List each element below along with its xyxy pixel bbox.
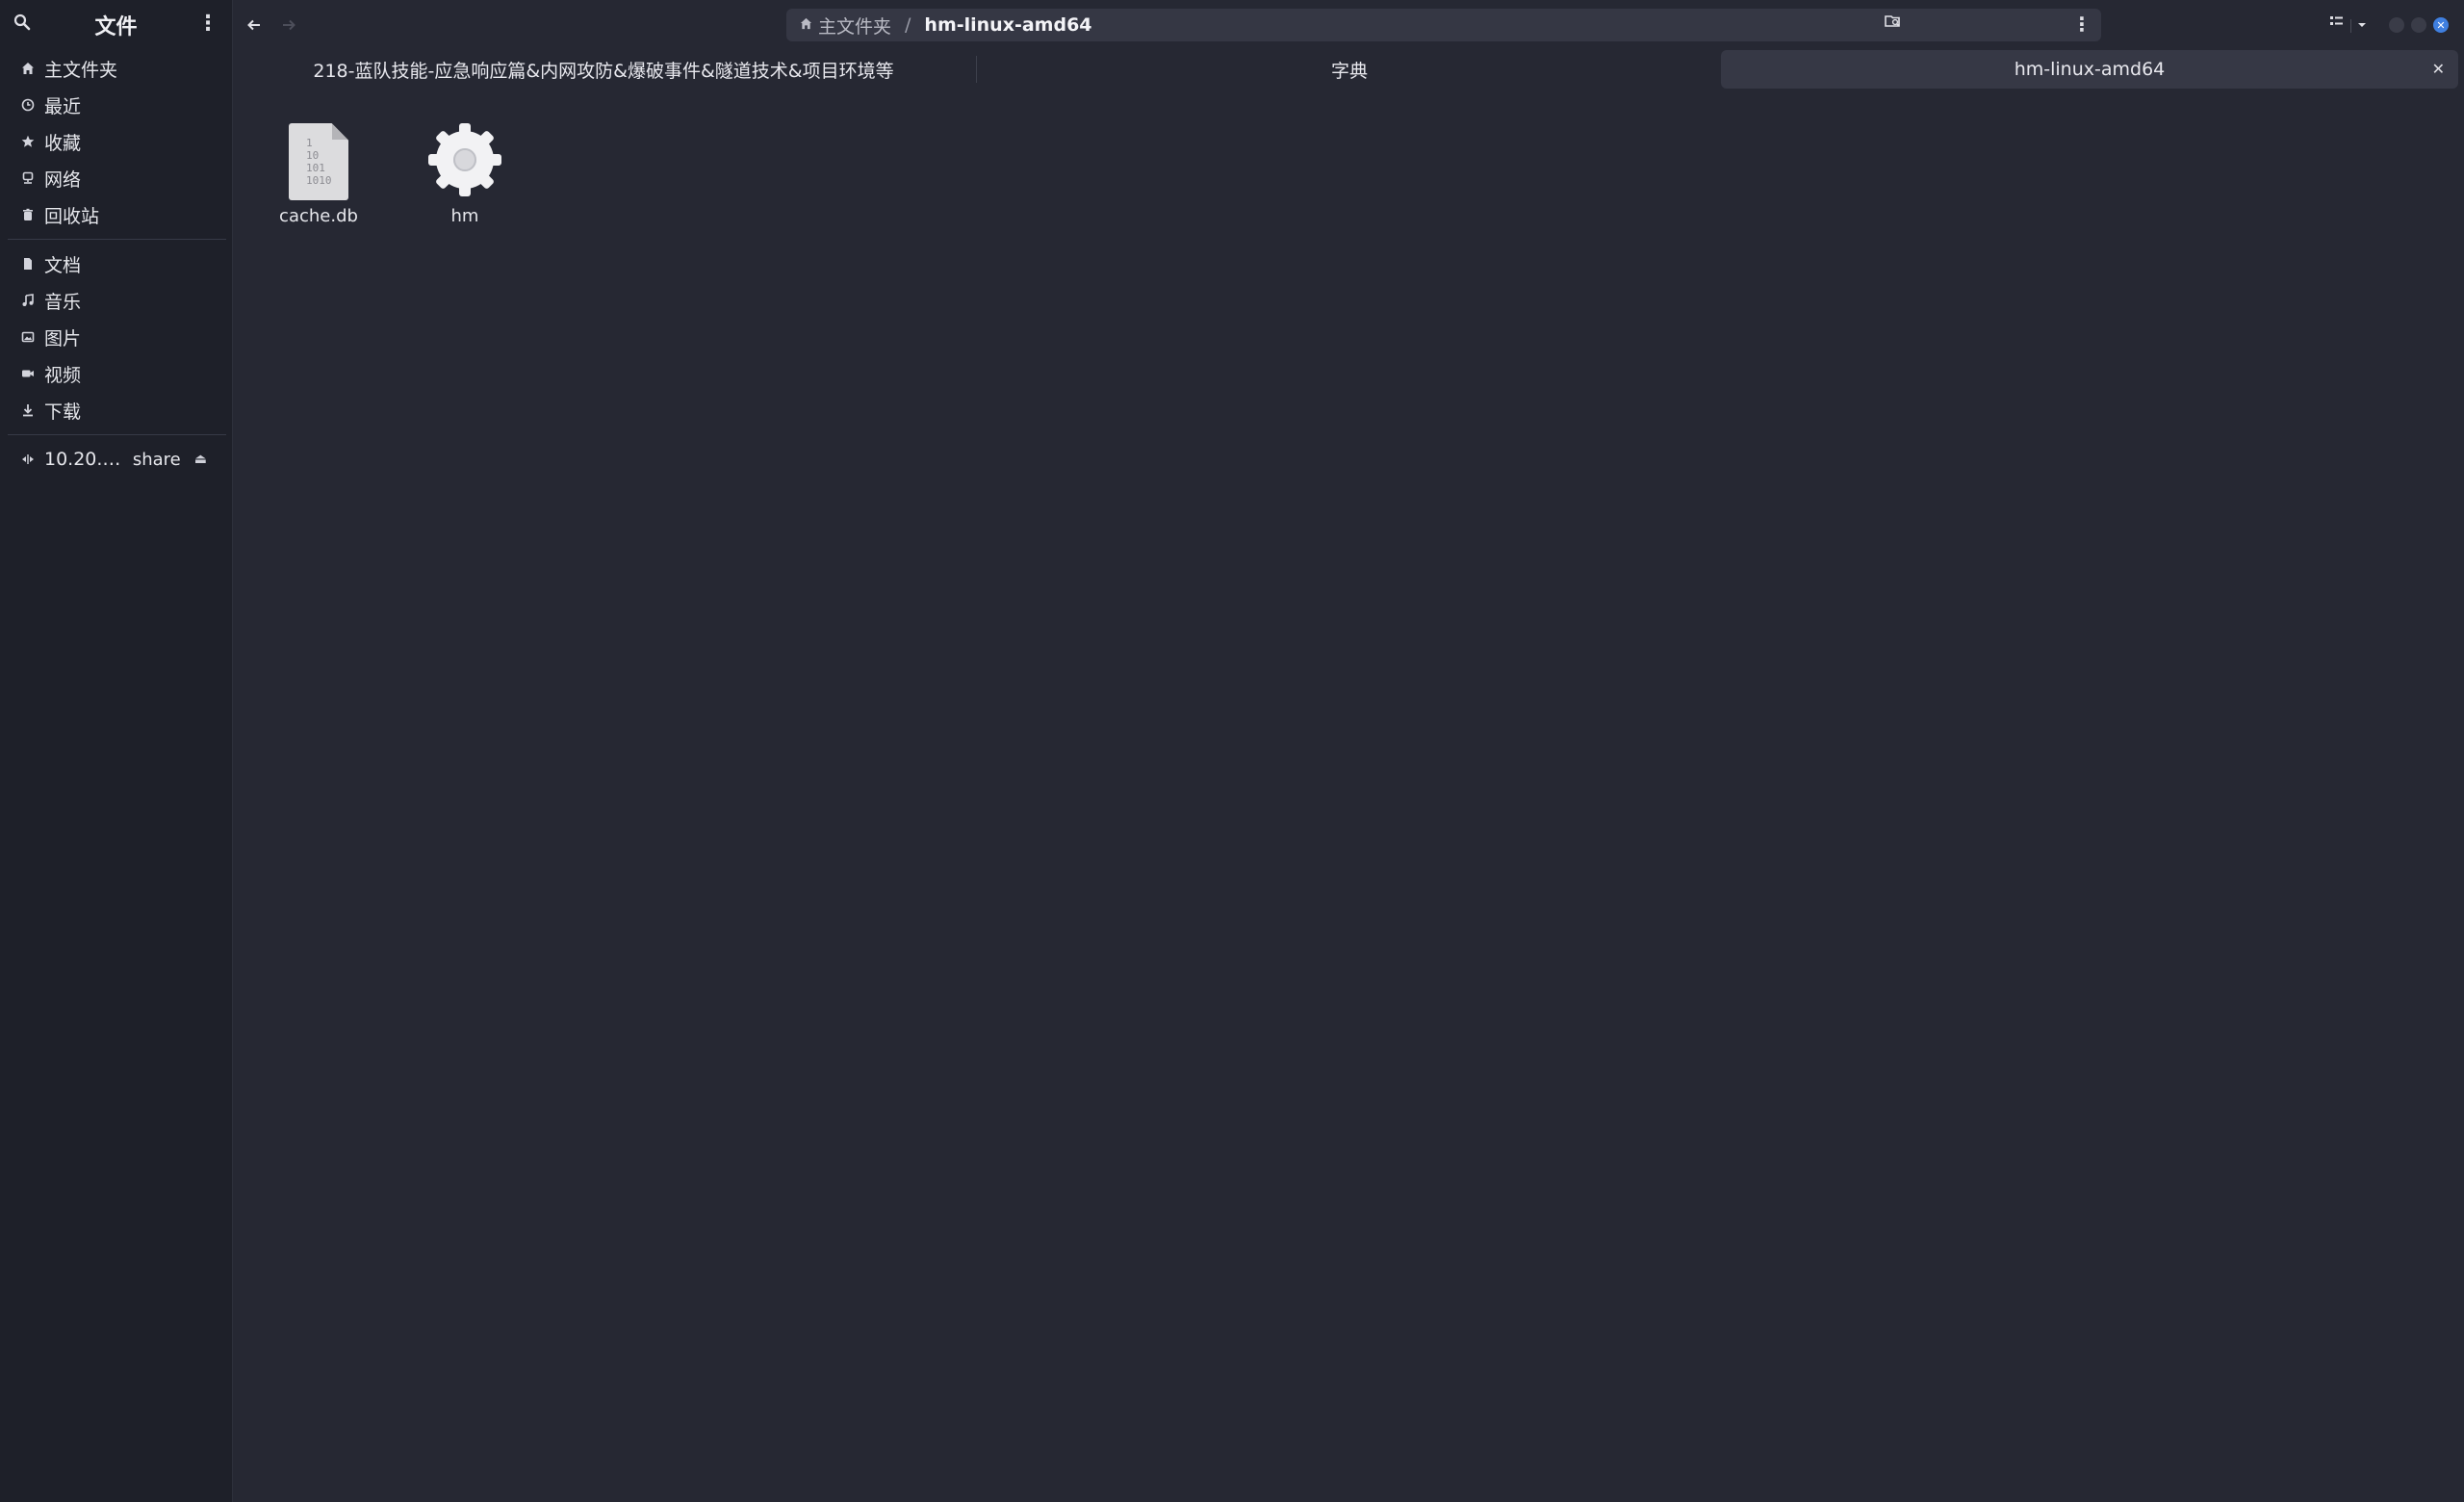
clock-icon [19, 96, 37, 114]
video-icon [19, 365, 37, 382]
minimize-button[interactable] [2389, 17, 2404, 33]
picture-icon [19, 328, 37, 346]
sidebar-item-pictures[interactable]: 图片 [0, 319, 232, 355]
breadcrumb-home[interactable]: 主文件夹 [800, 13, 891, 39]
toolbar-divider [2350, 19, 2351, 33]
network-icon [19, 169, 37, 187]
sidebar-item-label: 视频 [44, 364, 82, 386]
music-icon [19, 292, 37, 309]
breadcrumb-separator: / [905, 14, 911, 36]
tab-label: hm-linux-amd64 [2014, 59, 2166, 80]
sidebar-item-label: 收藏 [44, 132, 82, 154]
sidebar: 文件 ⋮ 主文件夹 最近 收藏 网络 回收站 文档 音乐 图片 视频 下载 10… [0, 0, 233, 1502]
file-view: 1 10 101 1010 cache.db hm [233, 96, 2464, 1502]
binary-file-icon: 1 10 101 1010 [289, 123, 348, 200]
forward-icon[interactable] [275, 12, 302, 39]
sidebar-divider [8, 434, 226, 435]
sidebar-divider [8, 239, 226, 240]
main-area: 主文件夹 / hm-linux-amd64 ⋮ ✕ 218-蓝队技能-应急响应篇… [233, 0, 2464, 1502]
sidebar-item-network[interactable]: 网络 [0, 160, 232, 196]
download-icon [19, 401, 37, 419]
file-name: hm [450, 206, 479, 226]
binary-line: 1 [306, 137, 313, 149]
sidebar-header: 文件 ⋮ [0, 0, 232, 48]
document-icon [19, 255, 37, 272]
sidebar-item-label: 回收站 [44, 205, 100, 227]
close-icon[interactable]: ✕ [2432, 60, 2445, 78]
breadcrumb-current[interactable]: hm-linux-amd64 [924, 14, 1091, 36]
executable-gear-icon [424, 119, 505, 200]
location-menu-icon[interactable]: ⋮ [2072, 13, 2092, 36]
sidebar-item-music[interactable]: 音乐 [0, 282, 232, 319]
maximize-button[interactable] [2411, 17, 2426, 33]
search-folder-icon[interactable] [1885, 13, 1902, 33]
close-button[interactable]: ✕ [2433, 17, 2449, 33]
back-icon[interactable] [241, 12, 268, 39]
location-bar[interactable]: 主文件夹 / hm-linux-amd64 ⋮ [786, 9, 2101, 41]
home-icon [800, 17, 812, 34]
file-fold [332, 123, 348, 140]
sidebar-item-documents[interactable]: 文档 [0, 246, 232, 282]
sidebar-item-label: 最近 [44, 95, 82, 117]
tab-dictionary[interactable]: 字典 [978, 50, 1721, 89]
sidebar-item-label: 网络 [44, 168, 82, 191]
network-share-name: share [132, 449, 181, 470]
sidebar-item-videos[interactable]: 视频 [0, 355, 232, 392]
star-icon [19, 133, 37, 150]
tab-bar: 218-蓝队技能-应急响应篇&内网攻防&爆破事件&隧道技术&项目环境等 字典 h… [233, 48, 2464, 91]
home-icon [19, 60, 37, 77]
sidebar-item-starred[interactable]: 收藏 [0, 123, 232, 160]
tab-label: 字典 [1330, 60, 1368, 82]
network-share-host: 10.20.… [44, 449, 121, 470]
sidebar-item-downloads[interactable]: 下载 [0, 392, 232, 428]
main-menu-icon[interactable]: ⋮ [197, 12, 218, 36]
sidebar-item-home[interactable]: 主文件夹 [0, 50, 232, 87]
chevron-down-icon[interactable] [2356, 15, 2368, 34]
header-bar: 主文件夹 / hm-linux-amd64 ⋮ ✕ [233, 0, 2464, 48]
sidebar-list: 主文件夹 最近 收藏 网络 回收站 文档 音乐 图片 视频 下载 10.20.…… [0, 50, 232, 478]
breadcrumb-home-label: 主文件夹 [818, 15, 892, 38]
sidebar-item-trash[interactable]: 回收站 [0, 196, 232, 233]
sidebar-item-network-share[interactable]: 10.20.… share ⏏ [0, 441, 232, 478]
eject-icon[interactable]: ⏏ [194, 452, 207, 467]
tab-hm-linux-amd64[interactable]: hm-linux-amd64 ✕ [1721, 50, 2458, 89]
sidebar-item-label: 音乐 [44, 291, 82, 313]
network-share-icon [19, 451, 37, 468]
view-mode-icon[interactable] [2329, 13, 2345, 32]
file-name: cache.db [279, 206, 358, 226]
tab-divider [976, 56, 977, 83]
binary-line: 10 [306, 149, 320, 162]
tab-project[interactable]: 218-蓝队技能-应急响应篇&内网攻防&爆破事件&隧道技术&项目环境等 [233, 50, 974, 89]
sidebar-item-label: 图片 [44, 327, 82, 350]
trash-icon [19, 206, 37, 223]
sidebar-item-label: 文档 [44, 254, 82, 276]
binary-line: 1010 [306, 174, 332, 187]
sidebar-item-label: 主文件夹 [44, 59, 118, 81]
binary-line: 101 [306, 162, 325, 174]
sidebar-item-recent[interactable]: 最近 [0, 87, 232, 123]
binary-glyph: 1 10 101 1010 [304, 137, 332, 187]
tab-label: 218-蓝队技能-应急响应篇&内网攻防&爆破事件&隧道技术&项目环境等 [313, 60, 894, 82]
file-item-hm[interactable]: hm [407, 119, 523, 226]
sidebar-item-label: 下载 [44, 401, 82, 423]
file-item-cache-db[interactable]: 1 10 101 1010 cache.db [261, 123, 376, 226]
